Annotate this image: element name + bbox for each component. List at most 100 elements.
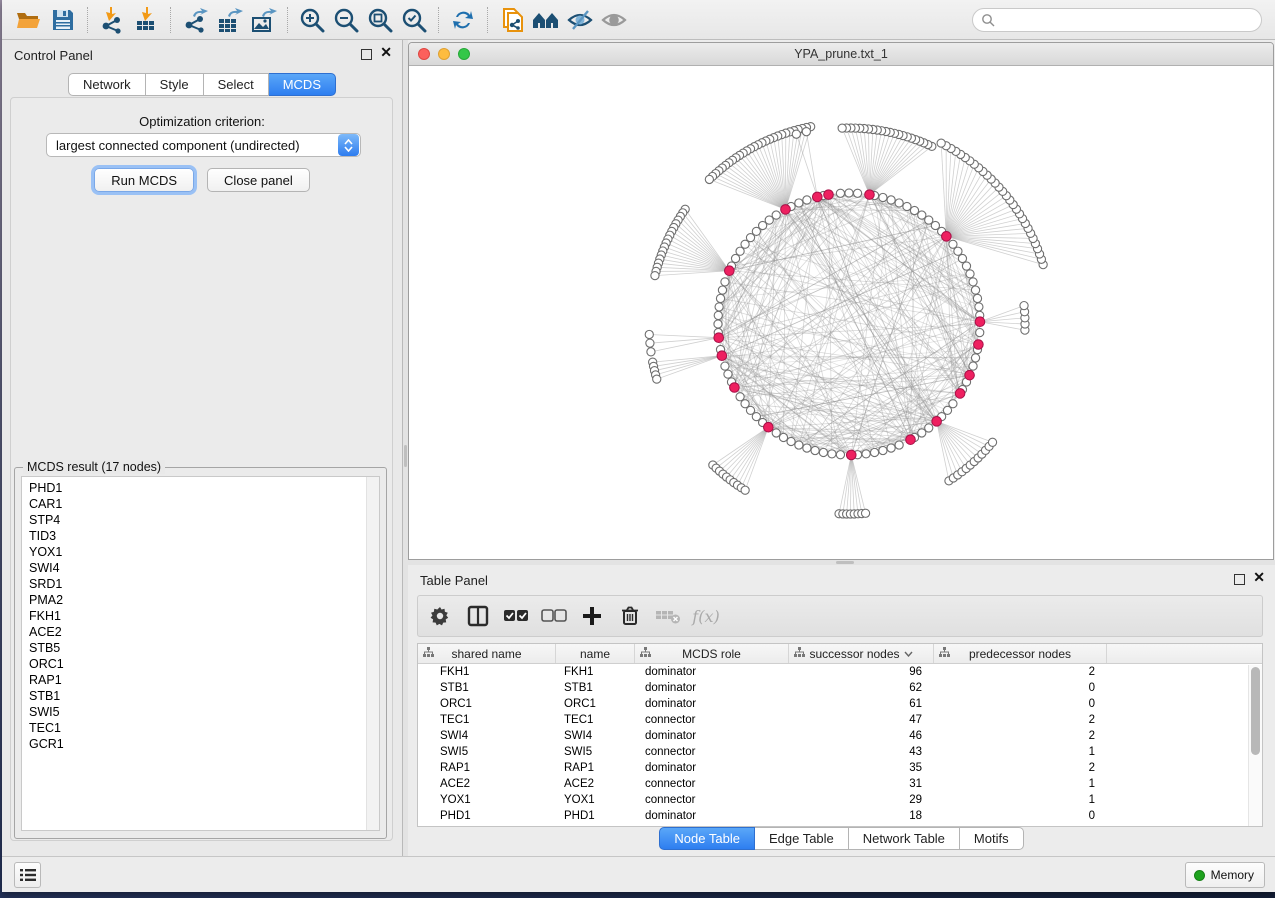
mcds-result-item[interactable]: SRD1 xyxy=(29,576,379,592)
add-column-icon[interactable] xyxy=(578,602,606,630)
delete-column-icon[interactable] xyxy=(616,602,644,630)
list-icon xyxy=(20,868,36,882)
tab-network[interactable]: Network xyxy=(68,73,146,96)
mcds-result-item[interactable]: ACE2 xyxy=(29,624,379,640)
zoom-selected-icon[interactable] xyxy=(397,4,431,36)
memory-button[interactable]: Memory xyxy=(1185,862,1265,888)
hide-selected-icon[interactable] xyxy=(563,4,597,36)
mcds-result-item[interactable]: PMA2 xyxy=(29,592,379,608)
table-tabs: Node Table Edge Table Network Table Moti… xyxy=(408,827,1275,850)
network-window-titlebar[interactable]: YPA_prune.txt_1 xyxy=(409,43,1273,66)
import-network-icon[interactable] xyxy=(95,4,129,36)
splitter-handle[interactable] xyxy=(836,561,854,564)
network-graph[interactable] xyxy=(409,66,1274,559)
export-table-icon[interactable] xyxy=(212,4,246,36)
minimize-window-icon[interactable] xyxy=(438,48,450,60)
network-canvas[interactable] xyxy=(409,66,1273,559)
close-panel-icon[interactable]: ✕ xyxy=(1253,572,1265,590)
mcds-result-item[interactable]: STB5 xyxy=(29,640,379,656)
mcds-result-item[interactable]: GCR1 xyxy=(29,736,379,752)
column-type-icon xyxy=(794,647,805,661)
table-row[interactable]: STB1 STB1 dominator 62 0 xyxy=(418,680,1262,696)
tab-network-table[interactable]: Network Table xyxy=(849,827,960,850)
run-mcds-button[interactable]: Run MCDS xyxy=(94,168,194,192)
show-all-icon[interactable] xyxy=(597,4,631,36)
table-row[interactable]: ACE2 ACE2 connector 31 1 xyxy=(418,776,1262,792)
mcds-result-list[interactable]: PHD1CAR1STP4TID3YOX1SWI4SRD1PMA2FKH1ACE2… xyxy=(21,476,380,831)
result-list-scrollbar[interactable] xyxy=(366,477,379,830)
mcds-result-item[interactable]: STB1 xyxy=(29,688,379,704)
table-row[interactable]: YOX1 YOX1 connector 29 1 xyxy=(418,792,1262,808)
export-network-icon[interactable] xyxy=(178,4,212,36)
table-row[interactable]: SWI4 SWI4 dominator 46 2 xyxy=(418,728,1262,744)
deselect-all-checkboxes-icon[interactable] xyxy=(540,602,568,630)
table-row[interactable]: TEC1 TEC1 connector 47 2 xyxy=(418,712,1262,728)
export-image-icon[interactable] xyxy=(246,4,280,36)
mcds-result-item[interactable]: SWI4 xyxy=(29,560,379,576)
table-row[interactable]: RAP1 RAP1 dominator 35 2 xyxy=(418,760,1262,776)
table-scrollbar[interactable] xyxy=(1248,665,1262,827)
import-table-icon[interactable] xyxy=(129,4,163,36)
table-row[interactable]: ORC1 ORC1 dominator 61 0 xyxy=(418,696,1262,712)
zoom-in-icon[interactable] xyxy=(295,4,329,36)
close-window-icon[interactable] xyxy=(418,48,430,60)
save-session-icon[interactable] xyxy=(46,4,80,36)
splitter-handle[interactable] xyxy=(404,445,407,467)
mcds-result-item[interactable]: STP4 xyxy=(29,512,379,528)
mcds-result-item[interactable]: YOX1 xyxy=(29,544,379,560)
mcds-result-item[interactable]: PHD1 xyxy=(29,480,379,496)
close-panel-button[interactable]: Close panel xyxy=(207,168,310,192)
column-header-name[interactable]: name xyxy=(556,644,635,663)
table-header-row: shared name name MCDS role successor nod… xyxy=(418,644,1262,664)
table-settings-icon[interactable] xyxy=(426,602,454,630)
tab-motifs[interactable]: Motifs xyxy=(960,827,1024,850)
column-header-successor-nodes[interactable]: successor nodes xyxy=(789,644,934,663)
float-panel-icon[interactable] xyxy=(361,47,372,65)
new-network-from-selection-icon[interactable] xyxy=(495,4,529,36)
tab-mcds[interactable]: MCDS xyxy=(269,73,336,96)
tab-style[interactable]: Style xyxy=(146,73,204,96)
mcds-result-item[interactable]: TID3 xyxy=(29,528,379,544)
show-column-icon[interactable] xyxy=(464,602,492,630)
table-row[interactable]: FKH1 FKH1 dominator 96 2 xyxy=(418,664,1262,680)
tab-node-table[interactable]: Node Table xyxy=(659,827,755,850)
select-all-checkboxes-icon[interactable] xyxy=(502,602,530,630)
maximize-window-icon[interactable] xyxy=(458,48,470,60)
table-row[interactable]: SWI5 SWI5 connector 43 1 xyxy=(418,744,1262,760)
memory-label: Memory xyxy=(1211,868,1254,882)
mcds-result-item[interactable]: SWI5 xyxy=(29,704,379,720)
mcds-result-item[interactable]: RAP1 xyxy=(29,672,379,688)
search-field[interactable] xyxy=(972,8,1262,32)
mcds-result-groupbox: MCDS result (17 nodes) PHD1CAR1STP4TID3Y… xyxy=(14,467,387,839)
zoom-out-icon[interactable] xyxy=(329,4,363,36)
application-window: Control Panel ✕ Network Style Select MCD… xyxy=(2,0,1275,892)
mcds-result-item[interactable]: CAR1 xyxy=(29,496,379,512)
column-header-shared-name[interactable]: shared name xyxy=(418,644,556,663)
optimization-criterion-select[interactable]: largest connected component (undirected) xyxy=(46,133,361,157)
zoom-fit-icon[interactable] xyxy=(363,4,397,36)
column-header-empty xyxy=(1107,644,1262,663)
function-builder-icon[interactable]: f(x) xyxy=(692,602,720,630)
toolbar-separator xyxy=(170,7,171,33)
mcds-result-item[interactable]: FKH1 xyxy=(29,608,379,624)
float-panel-icon[interactable] xyxy=(1234,572,1245,590)
refresh-icon[interactable] xyxy=(446,4,480,36)
column-header-predecessor-nodes[interactable]: predecessor nodes xyxy=(934,644,1107,663)
close-panel-icon[interactable]: ✕ xyxy=(380,47,392,65)
table-body: FKH1 FKH1 dominator 96 2 STB1 STB1 domin… xyxy=(418,664,1262,824)
mcds-result-item[interactable]: ORC1 xyxy=(29,656,379,672)
search-input[interactable] xyxy=(995,13,1261,27)
first-neighbors-icon[interactable] xyxy=(529,4,563,36)
mcds-result-title: MCDS result (17 nodes) xyxy=(23,460,165,474)
column-header-mcds-role[interactable]: MCDS role xyxy=(635,644,789,663)
open-session-icon[interactable] xyxy=(12,4,46,36)
mcds-result-item[interactable]: TEC1 xyxy=(29,720,379,736)
tab-select[interactable]: Select xyxy=(204,73,269,96)
dropdown-stepper-icon xyxy=(338,134,359,156)
column-type-icon xyxy=(423,647,434,661)
delete-table-icon[interactable] xyxy=(654,602,682,630)
show-panels-list-button[interactable] xyxy=(14,862,41,888)
tab-edge-table[interactable]: Edge Table xyxy=(755,827,849,850)
scrollbar-thumb[interactable] xyxy=(1251,667,1260,755)
table-row[interactable]: PHD1 PHD1 dominator 18 0 xyxy=(418,808,1262,824)
